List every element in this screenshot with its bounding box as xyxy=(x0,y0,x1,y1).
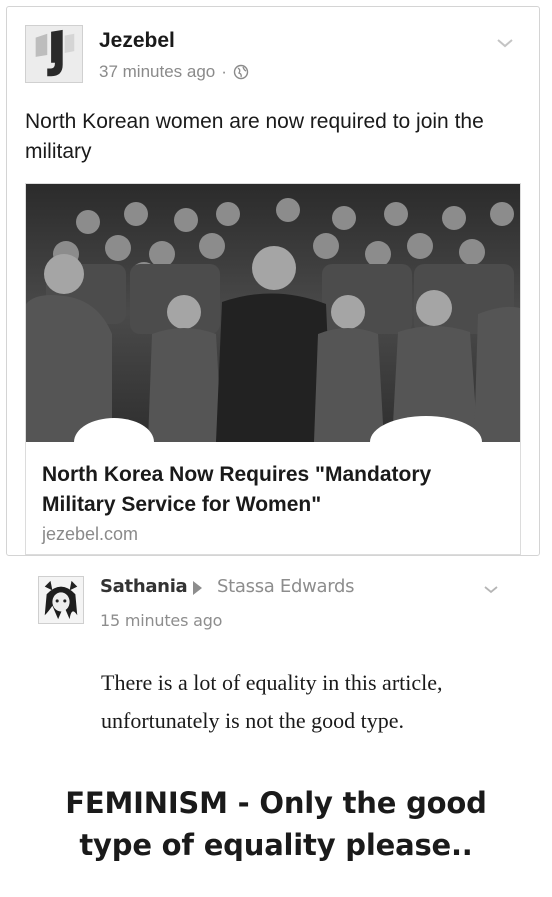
chevron-down-icon[interactable] xyxy=(482,584,500,595)
commenter-avatar[interactable] xyxy=(38,576,84,624)
commenter-name[interactable]: Sathania xyxy=(100,576,188,597)
triangle-right-icon xyxy=(193,581,202,595)
link-title[interactable]: North Korea Now Requires "Mandatory Mili… xyxy=(42,460,508,520)
page-avatar[interactable] xyxy=(25,25,83,83)
chevron-down-icon[interactable] xyxy=(495,37,515,49)
link-domain: jezebel.com xyxy=(42,524,139,544)
comment-body: There is a lot of equality in this artic… xyxy=(101,670,443,733)
meme-caption: FEMINISM - Only the good type of equalit… xyxy=(0,782,552,866)
caption-line-2: type of equality please.. xyxy=(79,828,473,862)
post-card: Jezebel 37 minutes ago · North Korean wo… xyxy=(6,6,540,556)
link-image[interactable] xyxy=(26,184,520,442)
anime-avatar-icon xyxy=(39,577,83,623)
post-timestamp[interactable]: 37 minutes ago xyxy=(99,62,215,82)
caption-line-1: FEMINISM - Only the good xyxy=(65,786,487,820)
crowd-photo xyxy=(26,184,520,442)
comment-target-name[interactable]: Stassa Edwards xyxy=(217,576,355,597)
post-meta: 37 minutes ago · xyxy=(99,62,249,82)
link-preview[interactable]: North Korea Now Requires "Mandatory Mili… xyxy=(25,183,521,555)
globe-icon xyxy=(233,64,249,80)
page-name[interactable]: Jezebel xyxy=(99,29,175,53)
jezebel-logo-icon xyxy=(26,26,82,82)
comment-timestamp[interactable]: 15 minutes ago xyxy=(100,611,222,630)
meta-separator: · xyxy=(221,62,227,81)
post-text: North Korean women are now required to j… xyxy=(25,110,484,163)
